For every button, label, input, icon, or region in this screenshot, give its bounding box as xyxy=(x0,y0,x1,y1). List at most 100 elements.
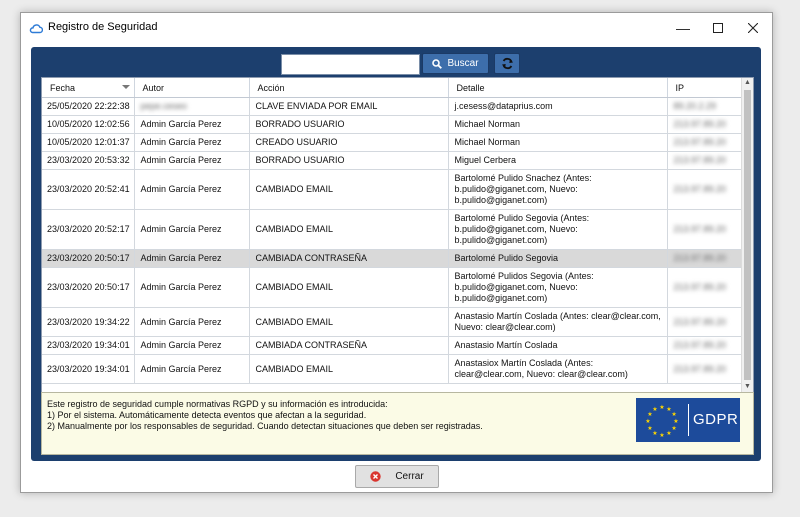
table-row[interactable]: 10/05/2020 12:01:37 Admin García Perez CRE… xyxy=(42,133,742,152)
cell-detalle: Bartolomé Pulidos Segovia (Antes: b.pulid… xyxy=(448,267,668,308)
cloud-icon xyxy=(29,24,43,34)
refresh-icon xyxy=(501,57,513,70)
close-icon xyxy=(748,23,758,33)
cell-autor: Admin García Perez xyxy=(134,354,250,384)
table-row[interactable]: 23/03/2020 19:34:22 Admin García Perez CAM… xyxy=(42,307,742,337)
info-panel: Este registro de seguridad cumple normat… xyxy=(41,392,754,455)
vertical-scrollbar[interactable]: ▲ ▼ xyxy=(741,78,753,392)
detalle-line: Bartolomé Pulido Snachez (Antes: xyxy=(454,173,592,183)
cell-fecha-text: 23/03/2020 20:53:32 xyxy=(47,155,130,165)
detalle-line: Nuevo: clear@clear.com) xyxy=(454,322,556,332)
close-window-button[interactable] xyxy=(735,13,771,43)
cell-ip: 213.97.89.20 xyxy=(667,133,742,152)
cell-accion: CAMBIADO EMAIL xyxy=(249,267,449,308)
gdpr-badge: ★ ★ ★ ★ ★ ★ ★ ★ ★ ★ ★ ★ GDPR xyxy=(636,398,740,442)
table-row[interactable]: 23/03/2020 20:53:32 Admin García Perez BOR… xyxy=(42,151,742,170)
column-header-accion[interactable]: Acción xyxy=(249,78,449,98)
table-row[interactable]: 23/03/2020 20:52:17 Admin García Perez CAM… xyxy=(42,209,742,250)
search-input[interactable] xyxy=(281,54,420,75)
cell-accion-text: CLAVE ENVIADA POR EMAIL xyxy=(255,101,378,111)
minimize-button[interactable]: — xyxy=(665,13,701,43)
cell-fecha-text: 23/03/2020 19:34:22 xyxy=(47,316,130,327)
title-bar: Registro de Seguridad — xyxy=(21,13,772,43)
cell-detalle: Anastasio Martín Coslada (Antes: clear@c… xyxy=(448,307,668,337)
cell-accion-text: CAMBIADO EMAIL xyxy=(255,363,334,374)
gdpr-divider xyxy=(688,404,689,436)
scroll-up-icon[interactable]: ▲ xyxy=(744,79,751,87)
detalle-line: b.pulido@giganet.com, Nuevo: xyxy=(454,282,578,292)
search-button-label: Buscar xyxy=(447,58,479,69)
cell-accion: CAMBIADA CONTRASEÑA xyxy=(249,249,449,268)
cell-ip: 213.97.89.20 xyxy=(667,151,742,170)
cell-fecha-text: 23/03/2020 20:52:41 xyxy=(47,184,130,194)
maximize-icon xyxy=(713,23,723,33)
close-button[interactable]: Cerrar xyxy=(355,465,439,488)
cell-accion: BORRADO USUARIO xyxy=(249,151,449,170)
column-header-autor[interactable]: Autor xyxy=(134,78,250,98)
refresh-button[interactable] xyxy=(494,53,520,74)
cell-autor: Admin García Perez xyxy=(134,169,250,210)
cell-ip-text: 213.97.89.20 xyxy=(673,363,727,374)
eu-star-icon: ★ xyxy=(673,418,678,425)
column-header-fecha[interactable]: Fecha xyxy=(42,78,135,98)
cell-fecha-text: 23/03/2020 19:34:01 xyxy=(47,363,130,374)
table-row[interactable]: 23/03/2020 20:50:17 Admin García Perez CAM… xyxy=(42,249,742,268)
cell-autor-text: Admin García Perez xyxy=(140,155,222,165)
cell-fecha-text: 25/05/2020 22:22:38 xyxy=(47,101,130,111)
table-header-row: Fecha Autor Acción Detalle IP xyxy=(42,78,742,98)
cell-fecha-text: 23/03/2020 19:34:01 xyxy=(47,340,130,350)
cell-autor-text: Admin García Perez xyxy=(140,363,222,374)
minimize-icon: — xyxy=(676,20,690,36)
info-line: 1) Por el sistema. Automáticamente detec… xyxy=(47,410,367,420)
window-title: Registro de Seguridad xyxy=(48,21,158,33)
maximize-button[interactable] xyxy=(700,13,736,43)
cell-fecha: 23/03/2020 19:34:22 xyxy=(42,307,135,337)
eu-star-icon: ★ xyxy=(671,425,676,432)
table-row[interactable]: 25/05/2020 22:22:38 pepe.ceseo CLAVE ENVIA… xyxy=(42,97,742,116)
table-row[interactable]: 23/03/2020 19:34:01 Admin García Perez CAM… xyxy=(42,336,742,355)
table-row[interactable]: 23/03/2020 20:52:41 Admin García Perez CAM… xyxy=(42,169,742,210)
info-text: Este registro de seguridad cumple normat… xyxy=(47,399,483,432)
column-header-label: Fecha xyxy=(50,82,76,93)
table-row[interactable]: 23/03/2020 20:50:17 Admin García Perez CAM… xyxy=(42,267,742,308)
cell-accion-text: CAMBIADA CONTRASEÑA xyxy=(255,340,368,350)
eu-star-icon: ★ xyxy=(659,432,664,439)
cell-ip: 213.97.89.20 xyxy=(667,249,742,268)
cell-autor-text: Admin García Perez xyxy=(140,184,222,194)
cell-autor-text: Admin García Perez xyxy=(140,137,222,147)
column-header-ip[interactable]: IP xyxy=(667,78,742,98)
cell-ip: 213.97.89.20 xyxy=(667,115,742,134)
security-log-window: Registro de Seguridad — Buscar Fecha Aut… xyxy=(20,12,773,493)
cell-fecha: 23/03/2020 20:50:17 xyxy=(42,249,135,268)
cell-autor-text: Admin García Perez xyxy=(140,316,222,327)
cell-accion: BORRADO USUARIO xyxy=(249,115,449,134)
log-table: Fecha Autor Acción Detalle IP 25/05/2020… xyxy=(41,77,754,393)
scrollbar-thumb[interactable] xyxy=(744,90,751,380)
cell-detalle: Bartolomé Pulido Segovia (Antes: b.pulido… xyxy=(448,209,668,250)
close-circle-icon xyxy=(370,471,382,482)
detalle-line: b.pulido@giganet.com) xyxy=(454,235,548,245)
cell-ip-text: 213.97.89.20 xyxy=(673,184,727,194)
column-header-detalle[interactable]: Detalle xyxy=(448,78,668,98)
cell-fecha-text: 10/05/2020 12:02:56 xyxy=(47,119,130,129)
cell-fecha: 23/03/2020 20:50:17 xyxy=(42,267,135,308)
table-row[interactable]: 23/03/2020 19:34:01 Admin García Perez CAM… xyxy=(42,354,742,384)
column-header-label: IP xyxy=(675,82,685,93)
cell-autor: pepe.ceseo xyxy=(134,97,250,116)
column-header-label: Detalle xyxy=(456,82,485,93)
eu-star-icon: ★ xyxy=(652,430,657,437)
search-button[interactable]: Buscar xyxy=(422,53,489,74)
eu-star-icon: ★ xyxy=(671,411,676,418)
scroll-down-icon[interactable]: ▼ xyxy=(744,383,751,391)
detalle-line: b.pulido@giganet.com, Nuevo: xyxy=(454,224,578,234)
cell-fecha: 25/05/2020 22:22:38 xyxy=(42,97,135,116)
table-row[interactable]: 10/05/2020 12:02:56 Admin García Perez BOR… xyxy=(42,115,742,134)
cell-autor: Admin García Perez xyxy=(134,151,250,170)
search-icon xyxy=(432,58,443,69)
cell-fecha-text: 23/03/2020 20:52:17 xyxy=(47,224,130,234)
info-line: 2) Manualmente por los responsables de s… xyxy=(47,421,483,431)
cell-ip: 213.97.89.20 xyxy=(667,209,742,250)
info-line: Este registro de seguridad cumple normat… xyxy=(47,399,388,409)
cell-fecha: 10/05/2020 12:02:56 xyxy=(42,115,135,134)
sort-desc-icon xyxy=(121,85,130,89)
